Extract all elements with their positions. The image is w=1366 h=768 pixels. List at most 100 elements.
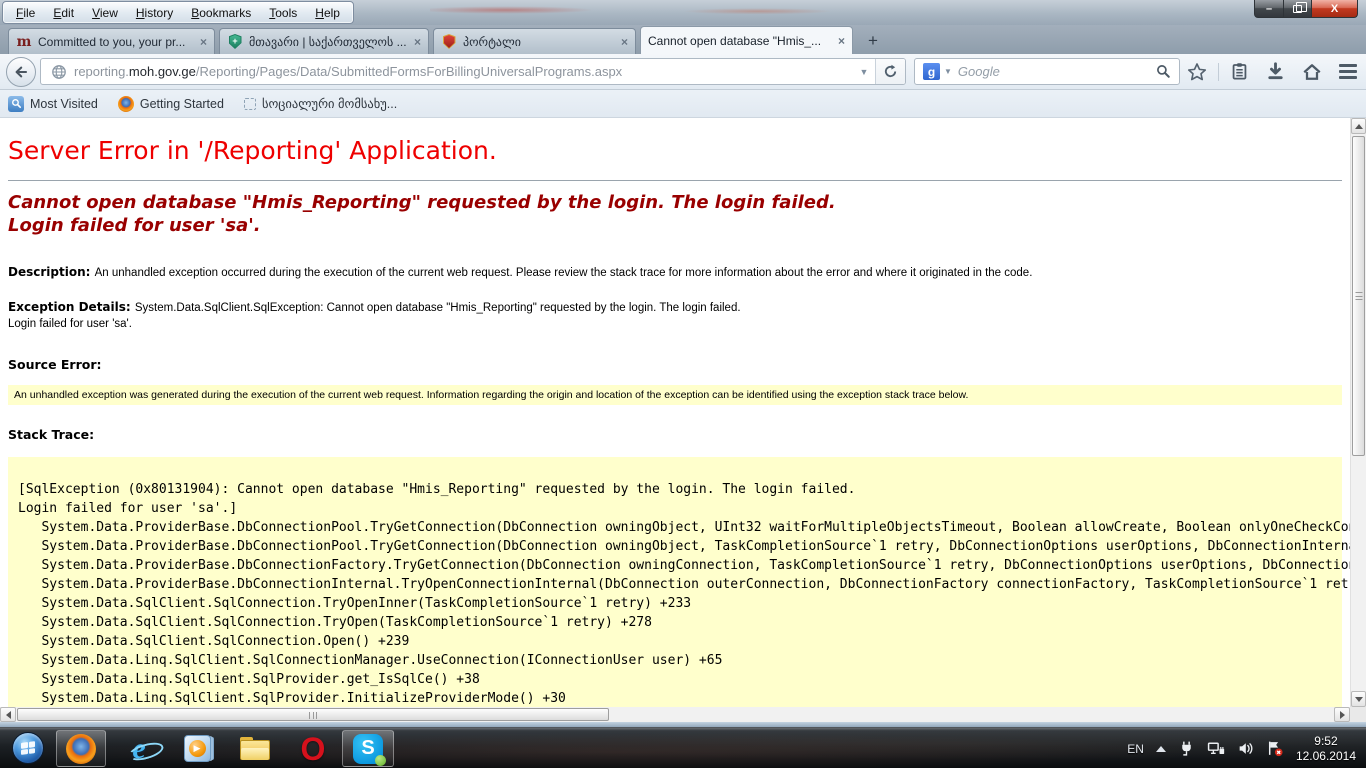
windows-media-player-icon: ▶ — [184, 735, 211, 762]
home-icon[interactable] — [1302, 62, 1322, 82]
desktop: File Edit View History Bookmarks Tools H… — [0, 0, 1366, 768]
navigation-toolbar: reporting.moh.gov.ge/Reporting/Pages/Dat… — [0, 54, 1366, 90]
tab-close-icon[interactable]: × — [838, 35, 845, 47]
taskbar-firefox-button[interactable] — [56, 730, 106, 767]
show-hidden-icons-button[interactable] — [1156, 746, 1166, 752]
window-controls: – X — [1254, 0, 1358, 18]
menu-edit[interactable]: Edit — [44, 4, 83, 22]
menu-bookmarks[interactable]: Bookmarks — [182, 4, 260, 22]
tab-cannot-open-database[interactable]: Cannot open database "Hmis_... × — [640, 26, 853, 54]
reload-button[interactable] — [875, 59, 905, 84]
horizontal-scroll-thumb[interactable] — [17, 708, 609, 721]
volume-icon[interactable] — [1237, 740, 1254, 757]
default-favicon-icon — [244, 98, 256, 110]
tray-time: 9:52 — [1314, 734, 1337, 749]
menu-help[interactable]: Help — [306, 4, 349, 22]
firefox-icon — [66, 734, 96, 764]
tab-close-icon[interactable]: × — [414, 36, 421, 48]
tab-label: პორტალი — [463, 35, 614, 49]
bookmark-label: სოციალური მომსახუ... — [262, 96, 397, 111]
tab-close-icon[interactable]: × — [621, 36, 628, 48]
tab-committed-to-you[interactable]: m Committed to you, your pr... × — [8, 28, 215, 54]
play-icon: ▶ — [189, 740, 206, 757]
google-engine-icon[interactable]: g — [923, 63, 940, 80]
tray-clock[interactable]: 9:52 12.06.2014 — [1296, 734, 1360, 764]
power-plug-icon[interactable] — [1178, 740, 1195, 757]
globe-icon — [51, 64, 67, 80]
menu-hamburger-icon[interactable] — [1339, 64, 1357, 79]
description-paragraph: Description: An unhandled exception occu… — [8, 264, 1342, 282]
tab-mtavari[interactable]: + მთავარი | საქართველოს ... × — [219, 28, 429, 54]
taskbar-skype-button[interactable]: S — [342, 730, 394, 767]
action-center-flag-icon[interactable] — [1266, 740, 1284, 757]
downloads-icon[interactable] — [1266, 62, 1285, 81]
bookmark-social-services[interactable]: სოციალური მომსახუ... — [244, 96, 397, 111]
taskbar: e ▶ O S EN — [0, 727, 1366, 768]
scrollbar-corner — [1350, 707, 1366, 722]
scroll-down-button[interactable] — [1351, 691, 1366, 707]
menu-history[interactable]: History — [127, 4, 182, 22]
menu-tools[interactable]: Tools — [260, 4, 306, 22]
source-error-box: An unhandled exception was generated dur… — [8, 385, 1342, 405]
tray-date: 12.06.2014 — [1296, 749, 1356, 764]
tab-portali[interactable]: პორტალი × — [433, 28, 636, 54]
search-engine-dropdown-icon[interactable]: ▼ — [944, 67, 952, 76]
new-tab-button[interactable]: + — [860, 30, 886, 52]
bookmark-label: Getting Started — [140, 97, 224, 111]
stack-trace-text: [SqlException (0x80131904): Cannot open … — [18, 461, 1332, 708]
opera-icon: O — [301, 733, 326, 765]
menu-view[interactable]: View — [83, 4, 127, 22]
taskbar-file-explorer-button[interactable] — [232, 730, 278, 767]
network-icon[interactable] — [1207, 740, 1225, 757]
vertical-scrollbar[interactable] — [1350, 118, 1366, 707]
scroll-right-icon — [1340, 711, 1345, 719]
taskbar-media-player-button[interactable]: ▶ — [174, 730, 220, 767]
language-indicator[interactable]: EN — [1127, 742, 1144, 756]
exception-details-label: Exception Details: — [8, 300, 135, 314]
most-visited-icon — [8, 96, 24, 112]
tab-bar: m Committed to you, your pr... × + მთავა… — [0, 25, 1366, 54]
bookmark-star-icon[interactable] — [1187, 62, 1207, 82]
start-button[interactable] — [12, 732, 44, 764]
tab-favicon-shield-icon: + — [227, 34, 243, 50]
description-label: Description: — [8, 265, 95, 279]
folder-icon — [240, 737, 270, 760]
stack-trace-box: [SqlException (0x80131904): Cannot open … — [8, 457, 1342, 708]
search-icon[interactable] — [1156, 64, 1171, 79]
tab-close-icon[interactable]: × — [200, 36, 207, 48]
firefox-icon — [118, 96, 134, 112]
bookmark-getting-started[interactable]: Getting Started — [118, 96, 224, 112]
taskbar-opera-button[interactable]: O — [290, 730, 336, 767]
tab-label: მთავარი | საქართველოს ... — [249, 35, 407, 49]
close-button[interactable]: X — [1312, 0, 1358, 18]
menu-bar: File Edit View History Bookmarks Tools H… — [2, 1, 354, 24]
scroll-left-button[interactable] — [0, 707, 16, 722]
source-error-text: An unhandled exception was generated dur… — [14, 389, 968, 401]
back-button[interactable] — [6, 57, 36, 87]
url-bar[interactable]: reporting.moh.gov.ge/Reporting/Pages/Dat… — [40, 58, 906, 85]
horizontal-scrollbar[interactable] — [0, 707, 1350, 722]
scroll-up-button[interactable] — [1351, 118, 1366, 134]
search-input[interactable] — [956, 63, 1152, 80]
bookmarks-toolbar: Most Visited Getting Started სოციალური მ… — [0, 90, 1366, 118]
bookmark-most-visited[interactable]: Most Visited — [8, 96, 98, 112]
exception-text-line2: Login failed for user 'sa'. — [8, 318, 132, 330]
bookmarks-menu-icon[interactable] — [1230, 62, 1249, 81]
taskbar-internet-explorer-button[interactable]: e — [116, 730, 162, 767]
page-content: Server Error in '/Reporting' Application… — [0, 118, 1350, 707]
menu-file[interactable]: File — [7, 4, 44, 22]
scroll-up-icon — [1355, 124, 1363, 129]
search-bar[interactable]: g ▼ — [914, 58, 1180, 85]
stack-trace-label: Stack Trace: — [8, 427, 1342, 442]
close-icon: X — [1331, 3, 1338, 15]
source-error-label: Source Error: — [8, 357, 1342, 372]
scroll-right-button[interactable] — [1334, 707, 1350, 722]
restore-button[interactable] — [1284, 0, 1312, 18]
vertical-scroll-thumb[interactable] — [1352, 136, 1365, 456]
url-history-dropdown[interactable]: ▼ — [853, 59, 875, 84]
system-tray: EN 9: — [1127, 728, 1360, 768]
error-message: Cannot open database "Hmis_Reporting" re… — [8, 191, 1342, 237]
minimize-button[interactable]: – — [1254, 0, 1284, 18]
url-text: reporting.moh.gov.ge/Reporting/Pages/Dat… — [74, 64, 622, 79]
scroll-grip — [309, 712, 317, 719]
